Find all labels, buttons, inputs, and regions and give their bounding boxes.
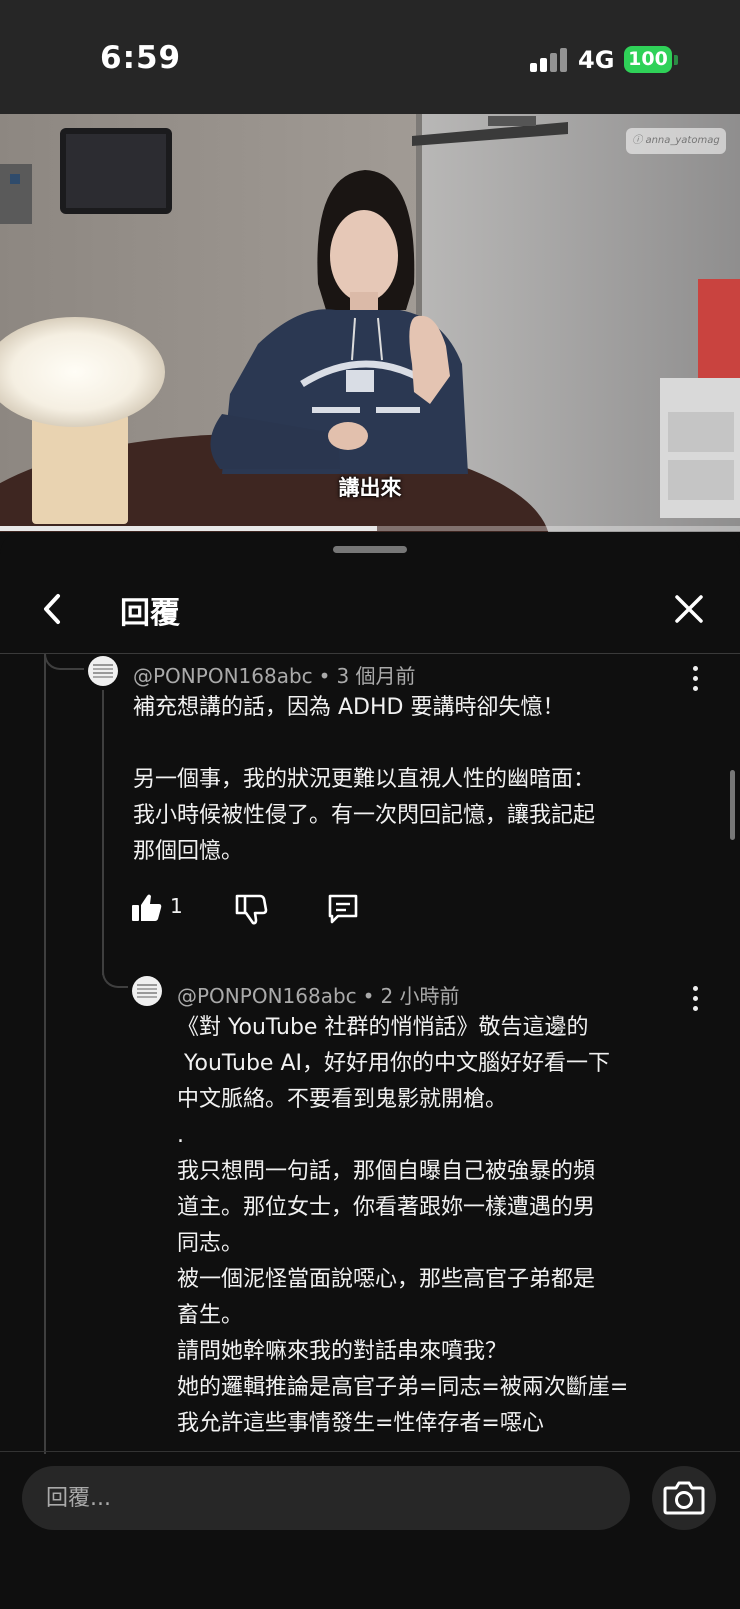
dislike-button[interactable] [234,888,268,928]
video-frame [0,114,740,532]
thumbs-up-icon [132,894,162,921]
like-button[interactable] [130,888,164,928]
thread-connector-2 [102,954,128,988]
video-progress-bar[interactable] [0,526,740,531]
back-button[interactable] [30,584,80,634]
comment-time: 2 小時前 [380,984,460,1008]
comment-text: 補充想講的話，因為 ADHD 要講時卻失憶！ 另一個事，我的狀況更難以直視人性的… [133,695,596,864]
scrollbar[interactable] [730,770,735,840]
video-subtitle: 講出來 [338,476,402,500]
thread-line-child [102,690,104,975]
comment-time: 3 個月前 [336,664,416,688]
replies-sheet: 回覆 @PONPON168abc • 3 個月前 補充想講的話，因為 ADHD 要講… [0,532,740,1609]
comment-text: 《對 YouTube 社群的悄悄話》敬告這邊的 YouTube AI，好好用你的… [177,1015,629,1436]
avatar[interactable] [132,976,162,1006]
battery-cap [674,55,678,65]
comment-actions: 1 [130,888,390,928]
comment-author[interactable]: @PONPON168abc [133,664,313,688]
comment-author[interactable]: @PONPON168abc [177,984,357,1008]
reply-thread: @PONPON168abc • 3 個月前 補充想講的話，因為 ADHD 要講時卻失… [0,654,740,1454]
video-player[interactable]: ⓘ anna_yatomag 講出來 [0,114,740,532]
sheet-drag-handle[interactable] [333,546,407,553]
comment-meta: @PONPON168abc • 3 個月前 [133,660,416,689]
sheet-title: 回覆 [120,596,180,631]
status-time: 6:59 [100,40,182,76]
battery-icon: 100 [624,46,672,73]
close-button[interactable] [664,584,714,634]
thread-connector-1 [44,654,84,670]
close-icon [675,595,703,623]
network-type: 4G [578,46,615,74]
comment-meta: @PONPON168abc • 2 小時前 [177,980,460,1009]
video-progress-fill [0,526,378,531]
reply-icon [328,894,358,924]
like-count: 1 [170,894,183,918]
reply-input[interactable] [22,1466,630,1530]
composer-divider [0,1451,740,1452]
sheet-header: 回覆 [0,572,740,652]
avatar[interactable] [88,656,118,686]
status-bar: 6:59 4G 100 [0,0,740,114]
channel-watermark: ⓘ anna_yatomag [626,128,726,154]
camera-button[interactable] [652,1466,716,1530]
signal-icon [530,48,568,72]
thread-line-parent [44,654,46,1454]
meta-separator: • [362,984,375,1008]
reply-button[interactable] [326,888,360,928]
camera-icon [663,1481,705,1515]
meta-separator: • [318,664,331,688]
chevron-left-icon [44,594,60,624]
thumbs-down-icon [235,894,268,925]
